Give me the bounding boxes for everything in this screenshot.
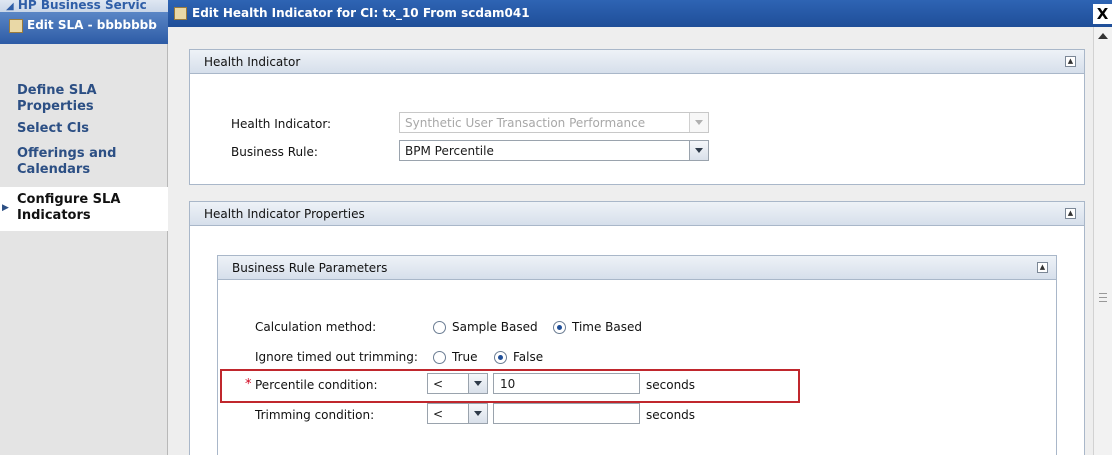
nav-item-select-cis[interactable]: Select CIs	[0, 119, 168, 139]
health-indicator-label: Health Indicator:	[231, 117, 332, 131]
chevron-down-icon	[689, 113, 708, 132]
business-rule-select[interactable]: BPM Percentile	[399, 140, 709, 161]
nav-item-label: Offerings and Calendars	[17, 146, 117, 177]
hp-logo-icon: ◢	[6, 1, 14, 12]
current-step-arrow-icon: ▶	[2, 203, 9, 213]
percentile-operator-value: <	[433, 377, 444, 391]
business-rule-label: Business Rule:	[231, 145, 318, 159]
nav-item-offerings-and-calendars[interactable]: Offerings and Calendars	[0, 144, 168, 180]
true-radio[interactable]	[433, 351, 446, 364]
trimming-operator-value: <	[433, 407, 444, 421]
panel-title: Health Indicator Properties	[204, 207, 365, 221]
java-cup-icon	[174, 7, 187, 20]
true-label: True	[452, 350, 478, 364]
collapse-icon[interactable]: ▲	[1065, 208, 1076, 219]
trimming-condition-label: Trimming condition:	[255, 408, 375, 422]
business-rule-value: BPM Percentile	[405, 144, 494, 158]
scroll-grip-icon[interactable]	[1099, 293, 1107, 302]
health-indicator-properties-panel: Health Indicator Properties ▲ Business R…	[189, 201, 1085, 455]
java-cup-icon	[9, 19, 23, 33]
dialog-title: Edit Health Indicator for CI: tx_10 From…	[192, 6, 530, 20]
nav-item-configure-sla-indicators[interactable]: ▶ Configure SLA Indicators	[0, 187, 168, 231]
sample-based-label: Sample Based	[452, 320, 538, 334]
close-button[interactable]: X	[1093, 4, 1112, 24]
nav-item-define-sla-properties[interactable]: Define SLA Properties	[0, 81, 168, 117]
panel-title: Business Rule Parameters	[232, 261, 388, 275]
edit-sla-title-bar: Edit SLA - bbbbbbb	[0, 12, 168, 44]
trimming-value-input[interactable]	[493, 403, 640, 424]
time-based-radio[interactable]	[553, 321, 566, 334]
panel-header: Health Indicator ▲	[190, 50, 1084, 74]
chevron-down-icon[interactable]	[689, 141, 708, 160]
false-label: False	[513, 350, 544, 364]
edit-sla-title: Edit SLA - bbbbbbb	[27, 18, 157, 32]
chevron-down-icon[interactable]	[468, 374, 487, 393]
wizard-nav: Define SLA Properties Select CIs Offerin…	[0, 44, 168, 455]
calculation-method-label: Calculation method:	[255, 320, 377, 334]
nav-item-label: Select CIs	[17, 121, 90, 136]
background-window-title-bar: ◢ HP Business Servic	[0, 0, 168, 12]
chevron-down-icon[interactable]	[468, 404, 487, 423]
percentile-unit-label: seconds	[646, 378, 696, 392]
panel-header: Business Rule Parameters ▲	[218, 256, 1056, 280]
percentile-value: 10	[500, 377, 516, 391]
dialog-content: Health Indicator ▲ Health Indicator: Syn…	[168, 27, 1093, 455]
percentile-value-input[interactable]: 10	[493, 373, 640, 394]
dialog-title-bar: Edit Health Indicator for CI: tx_10 From…	[168, 0, 1112, 27]
collapse-icon[interactable]: ▲	[1065, 56, 1076, 67]
percentile-condition-label: Percentile condition:	[255, 378, 378, 392]
panel-header: Health Indicator Properties ▲	[190, 202, 1084, 226]
nav-item-label: Configure SLA Indicators	[17, 192, 121, 223]
panel-title: Health Indicator	[204, 55, 301, 69]
false-radio[interactable]	[494, 351, 507, 364]
time-based-label: Time Based	[572, 320, 643, 334]
required-marker: *	[245, 377, 252, 392]
vertical-scrollbar[interactable]	[1093, 27, 1112, 455]
business-rule-parameters-panel: Business Rule Parameters ▲ Calculation m…	[217, 255, 1057, 455]
sample-based-radio[interactable]	[433, 321, 446, 334]
collapse-icon[interactable]: ▲	[1037, 262, 1048, 273]
health-indicator-panel: Health Indicator ▲ Health Indicator: Syn…	[189, 49, 1085, 185]
health-indicator-select: Synthetic User Transaction Performance	[399, 112, 709, 133]
ignore-timed-out-trimming-label: Ignore timed out trimming:	[255, 350, 418, 364]
trimming-operator-select[interactable]: <	[427, 403, 488, 424]
nav-item-label: Define SLA Properties	[17, 83, 97, 114]
percentile-operator-select[interactable]: <	[427, 373, 488, 394]
background-window-title: HP Business Servic	[17, 0, 147, 12]
trimming-unit-label: seconds	[646, 408, 696, 422]
scroll-up-icon[interactable]	[1098, 33, 1108, 39]
health-indicator-value: Synthetic User Transaction Performance	[405, 116, 646, 130]
